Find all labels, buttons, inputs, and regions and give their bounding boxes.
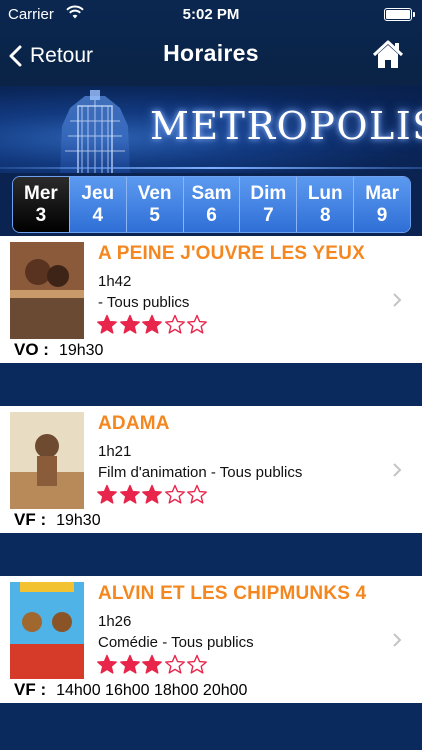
showtimes: VF : 19h30 xyxy=(14,510,101,530)
chevron-right-icon xyxy=(393,633,402,647)
day-name: Lun xyxy=(307,182,343,204)
page-title: Horaires xyxy=(163,40,259,66)
star-filled-icon xyxy=(97,654,117,674)
status-bar: Carrier 5:02 PM xyxy=(0,0,422,28)
movie-title: ADAMA xyxy=(98,413,170,434)
language-label: VF : xyxy=(14,510,47,529)
top-bar: Carrier 5:02 PM Retour Horaires xyxy=(0,0,422,86)
day-number: 7 xyxy=(263,204,274,226)
movie-genre: Film d'animation - Tous publics xyxy=(98,464,303,481)
showtimes: VF : 14h00 16h00 18h00 20h00 xyxy=(14,680,247,700)
movie-row[interactable]: ADAMA 1h21 Film d'animation - Tous publi… xyxy=(0,406,422,533)
battery-icon xyxy=(384,8,415,21)
day-number: 6 xyxy=(206,204,217,226)
rating-stars xyxy=(96,654,209,675)
star-filled-icon xyxy=(119,314,140,334)
movie-genre: Comédie - Tous publics xyxy=(98,634,254,651)
screen: Carrier 5:02 PM Retour Horaires METROPOL… xyxy=(0,0,422,750)
day-tab[interactable]: Dim 7 xyxy=(239,177,297,232)
building-illustration xyxy=(60,90,130,173)
movie-row[interactable]: ALVIN ET LES CHIPMUNKS 4 1h26 Comédie - … xyxy=(0,576,422,703)
cinema-banner: METROPOLIS xyxy=(0,86,422,173)
row-separator xyxy=(0,533,422,576)
movie-duration: 1h21 xyxy=(98,443,132,460)
chevron-right-icon xyxy=(393,463,402,477)
cinema-logo: METROPOLIS xyxy=(150,104,422,148)
movie-list: A PEINE J'OUVRE LES YEUX 1h42 - Tous pub… xyxy=(0,236,422,746)
day-tab[interactable]: Ven 5 xyxy=(125,177,183,232)
star-filled-icon xyxy=(119,654,140,674)
movie-row[interactable]: A PEINE J'OUVRE LES YEUX 1h42 - Tous pub… xyxy=(0,236,422,363)
day-name: Jeu xyxy=(81,182,115,204)
star-empty-icon xyxy=(187,654,207,674)
movie-duration: 1h26 xyxy=(98,613,132,630)
star-filled-icon xyxy=(97,314,117,334)
day-tab[interactable]: Jeu 4 xyxy=(68,177,126,232)
day-number: 4 xyxy=(92,204,104,226)
day-tab[interactable]: Mer 3 xyxy=(13,177,69,232)
day-number: 3 xyxy=(35,204,47,226)
day-name: Dim xyxy=(250,182,287,204)
star-filled-icon xyxy=(142,484,162,504)
movie-poster xyxy=(10,582,84,679)
showtime-list: 19h30 xyxy=(58,342,104,359)
day-number: 5 xyxy=(149,204,160,226)
movie-title: ALVIN ET LES CHIPMUNKS 4 xyxy=(98,583,367,604)
day-tab[interactable]: Mar 9 xyxy=(353,177,410,232)
language-label: VF : xyxy=(14,680,47,699)
banner-glow-line xyxy=(0,167,422,169)
showtime-list: 14h00 16h00 18h00 20h00 xyxy=(56,682,248,699)
day-tab[interactable]: Lun 8 xyxy=(296,177,354,232)
star-filled-icon xyxy=(119,484,140,504)
day-name: Ven xyxy=(137,182,172,204)
status-time: 5:02 PM xyxy=(182,6,240,23)
star-empty-icon xyxy=(164,484,185,504)
star-filled-icon xyxy=(142,654,162,674)
day-number: 9 xyxy=(376,204,388,226)
movie-genre: - Tous publics xyxy=(98,294,190,311)
star-empty-icon xyxy=(164,654,185,674)
star-empty-icon xyxy=(187,484,207,504)
day-name: Mer xyxy=(24,182,58,204)
rating-stars xyxy=(96,314,209,335)
showtime-list: 19h30 xyxy=(56,512,101,529)
star-empty-icon xyxy=(164,314,185,334)
day-name: Mar xyxy=(365,182,399,204)
row-separator xyxy=(0,363,422,406)
day-tab[interactable]: Sam 6 xyxy=(182,177,240,232)
navigation-bar: Retour Horaires xyxy=(0,28,422,86)
showtimes: VO : 19h30 xyxy=(14,340,103,360)
rating-stars xyxy=(96,484,209,505)
movie-title: A PEINE J'OUVRE LES YEUX xyxy=(98,243,365,264)
day-name: Sam xyxy=(191,182,232,204)
day-selector: Mer 3 Jeu 4 Ven 5 Sam 6 Dim 7 Lun 8 Mar 9 xyxy=(0,173,422,236)
star-filled-icon xyxy=(97,484,117,504)
movie-duration: 1h42 xyxy=(98,273,132,290)
star-filled-icon xyxy=(142,314,162,334)
day-number: 8 xyxy=(319,204,331,226)
star-empty-icon xyxy=(187,314,207,334)
chevron-right-icon xyxy=(393,293,402,307)
language-label: VO : xyxy=(14,340,49,359)
movie-poster xyxy=(10,242,84,339)
movie-poster xyxy=(10,412,84,509)
home-icon[interactable] xyxy=(372,40,404,70)
day-tabs: Mer 3 Jeu 4 Ven 5 Sam 6 Dim 7 Lun 8 Mar 9 xyxy=(12,176,411,233)
row-separator xyxy=(0,703,422,746)
